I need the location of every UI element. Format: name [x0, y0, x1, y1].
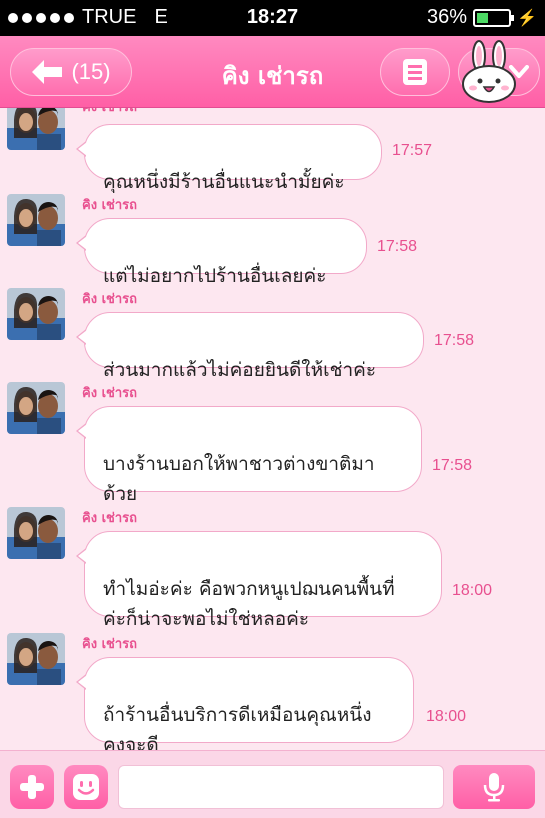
- charging-icon: ⚡: [517, 9, 537, 27]
- sender-name: คิง เช่ารถ: [82, 386, 137, 401]
- avatar[interactable]: [7, 108, 65, 150]
- message-time: 18:00: [452, 582, 493, 599]
- sticker-button[interactable]: [64, 765, 108, 809]
- sender-name: คิง เช่ารถ: [82, 637, 137, 652]
- bunny-sticker-icon[interactable]: [460, 40, 518, 104]
- message-bubble[interactable]: ถ้าร้านอื่นบริการดีเหมือนคุณหนึ่ง คงจะดี: [76, 657, 414, 750]
- message-text: แต่ไม่อยากไปร้านอื่นเลยค่ะ: [103, 265, 327, 287]
- unread-count: (15): [71, 59, 111, 84]
- message-time: 17:58: [434, 332, 475, 349]
- back-button[interactable]: (15): [10, 48, 132, 96]
- message-text: บางร้านบอกให้พาชาวต่างขาติมา ด้วย: [103, 453, 375, 505]
- message-list[interactable]: คิง เช่ารถ คุณหนึ่งมีร้านอื่นแนะนำมั้ยค่…: [0, 108, 545, 750]
- chat-title: คิง เช่ารถ: [221, 62, 324, 90]
- message-bubble[interactable]: แต่ไม่อยากไปร้านอื่นเลยค่ะ: [76, 218, 367, 287]
- message-time: 17:57: [392, 142, 433, 159]
- message-bubble[interactable]: คุณหนึ่งมีร้านอื่นแนะนำมั้ยค่ะ: [76, 124, 382, 193]
- status-bar: TRUE E 18:27 36% ⚡: [0, 0, 545, 36]
- arrow-left-icon: [32, 60, 63, 84]
- message-time: 18:00: [426, 708, 467, 725]
- avatar[interactable]: [7, 194, 65, 246]
- message-text: ส่วนมากแล้วไม่ค่อยยินดีให้เช่าค่ะ: [103, 359, 377, 381]
- sender-name: คิง เช่ารถ: [82, 198, 137, 213]
- message-bubble[interactable]: ส่วนมากแล้วไม่ค่อยยินดีให้เช่าค่ะ: [76, 312, 424, 381]
- avatar[interactable]: [7, 288, 65, 340]
- message-time: 17:58: [377, 238, 418, 255]
- menu-icon: [403, 59, 427, 85]
- voice-message-button[interactable]: [453, 765, 535, 809]
- menu-button[interactable]: [380, 48, 450, 96]
- sender-name: คิง เช่ารถ: [82, 108, 137, 117]
- microphone-icon: [483, 773, 505, 802]
- sender-name: คิง เช่ารถ: [82, 292, 137, 307]
- avatar[interactable]: [7, 507, 65, 559]
- message-bubble[interactable]: บางร้านบอกให้พาชาวต่างขาติมา ด้วย: [76, 406, 422, 505]
- battery-fill: [477, 12, 488, 23]
- plus-icon: [20, 775, 44, 799]
- message-bubble[interactable]: ทำไมอ่ะค่ะ คือพวกหนูเปฌนคนพื้นที่ ค่ะก็น…: [76, 531, 442, 630]
- battery-icon: [473, 8, 515, 27]
- status-right: 36% ⚡: [427, 6, 537, 29]
- emoji-icon: [73, 774, 99, 800]
- message-text: ถ้าร้านอื่นบริการดีเหมือนคุณหนึ่ง คงจะดี: [103, 704, 372, 750]
- avatar[interactable]: [7, 633, 65, 685]
- avatar[interactable]: [7, 382, 65, 434]
- message-text: ทำไมอ่ะค่ะ คือพวกหนูเปฌนคนพื้นที่ ค่ะก็น…: [103, 578, 395, 630]
- battery-percent: 36%: [427, 6, 468, 28]
- add-attachment-button[interactable]: [10, 765, 54, 809]
- sender-name: คิง เช่ารถ: [82, 511, 137, 526]
- input-bar: [0, 750, 545, 818]
- message-text: คุณหนึ่งมีร้านอื่นแนะนำมั้ยค่ะ: [103, 171, 345, 193]
- message-input[interactable]: [118, 765, 444, 809]
- message-time: 17:58: [432, 457, 473, 474]
